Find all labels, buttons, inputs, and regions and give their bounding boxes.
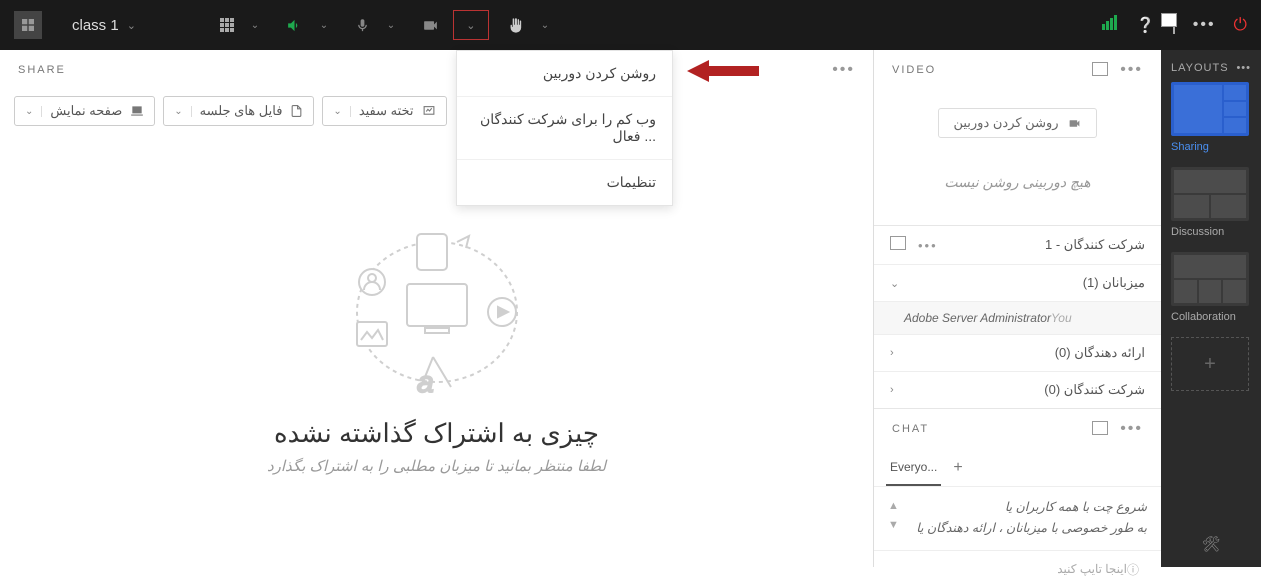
chevron-right-icon: › <box>890 384 894 396</box>
share-screen-button[interactable]: ⌄ صفحه نمایش <box>14 96 155 126</box>
hosts-label: میزبانان (1) <box>1083 275 1145 291</box>
video-header-label: VIDEO <box>892 64 936 76</box>
chevron-down-icon: ⌄ <box>333 106 350 117</box>
attendees-more-icon[interactable]: ••• <box>918 238 938 253</box>
share-empty-graphic: a <box>337 222 537 412</box>
attendees-maximize-icon[interactable] <box>890 238 904 250</box>
share-whiteboard-label: تخته سفید <box>359 103 414 119</box>
chat-header-label: CHAT <box>892 423 929 435</box>
chat-input[interactable]: اینجا تایپ کنید ⓘ <box>874 550 1161 588</box>
layouts-panel: LAYOUTS ••• Sharing Discussion Collabora… <box>1161 50 1261 567</box>
share-files-button[interactable]: ⌄ فایل های جلسه <box>163 96 314 126</box>
more-icon[interactable]: ••• <box>1193 16 1216 34</box>
chevron-right-icon: › <box>890 347 894 359</box>
participants-row[interactable]: › شرکت کنندگان (0) <box>874 371 1161 408</box>
mic-icon[interactable] <box>355 18 370 33</box>
grid-chevron-icon[interactable]: ⌄ <box>238 20 272 31</box>
layout-tools-icon[interactable]: 🛠 <box>1161 535 1261 553</box>
share-screen-label: صفحه نمایش <box>50 103 122 119</box>
annotation-arrow-icon <box>687 58 759 84</box>
layout-add-button[interactable]: + <box>1171 337 1249 391</box>
chevron-down-icon: ⌄ <box>890 277 899 290</box>
host-user-row[interactable]: Adobe Server Administrator You <box>874 301 1161 334</box>
chat-hint-line1: شروع چت با همه کاربران یا <box>888 497 1147 518</box>
power-icon[interactable]: ⏻ <box>1234 15 1247 35</box>
info-icon[interactable]: ⓘ <box>1127 561 1139 578</box>
raise-hand-icon[interactable] <box>507 17 524 34</box>
layout-discussion-thumb[interactable] <box>1171 167 1249 221</box>
layout-collaboration-label: Collaboration <box>1171 311 1251 323</box>
top-bar: class 1 ⌄ ⌄ ⌄ ⌄ ⌄ ⌄ ❔ ••• ⏻ <box>0 0 1261 50</box>
svg-text:a: a <box>417 366 434 399</box>
chevron-down-icon: ⌄ <box>174 106 191 117</box>
menu-turn-on-camera[interactable]: روشن کردن دوربین <box>457 51 672 97</box>
share-empty-state: a چیزی به اشتراک گذاشته نشده لطفا منتظر … <box>0 222 873 475</box>
turn-on-camera-label: روشن کردن دوربین <box>953 115 1058 131</box>
layout-collaboration-thumb[interactable] <box>1171 252 1249 306</box>
layout-discussion-label: Discussion <box>1171 226 1251 238</box>
share-empty-title: چیزی به اشتراک گذاشته نشده <box>0 418 873 449</box>
camera-icon[interactable] <box>422 17 439 34</box>
menu-enable-webcam-participants[interactable]: وب کم را برای شرکت کنندگان فعال ... <box>457 97 672 160</box>
chat-add-tab-button[interactable]: + <box>953 459 962 477</box>
chat-tab-everyone[interactable]: Everyo... <box>886 449 941 486</box>
no-camera-text: هیچ دوربینی روشن نیست <box>874 174 1161 191</box>
chat-pod: CHAT ••• Everyo... + ▲▼ شروع چت با همه ک… <box>874 409 1161 588</box>
speaker-chevron-icon[interactable]: ⌄ <box>307 20 341 31</box>
share-pod: SHARE ••• ⌄ صفحه نمایش ⌄ فایل های جلسه ⌄… <box>0 50 873 567</box>
layout-sharing-thumb[interactable] <box>1171 82 1249 136</box>
right-column: VIDEO ••• روشن کردن دوربین هیچ دوربینی ر… <box>873 50 1161 567</box>
participants-label: شرکت کنندگان (0) <box>1044 382 1145 398</box>
share-empty-subtitle: لطفا منتظر بمانید تا میزبان مطلبی را به … <box>0 457 873 475</box>
chat-hint-line2: به طور خصوصی با میزبانان ، ارائه دهندگان… <box>888 518 1147 539</box>
chat-maximize-icon[interactable] <box>1092 423 1106 435</box>
share-whiteboard-button[interactable]: ⌄ تخته سفید <box>322 96 446 126</box>
app-logo[interactable] <box>14 11 42 39</box>
share-files-label: فایل های جلسه <box>200 103 283 119</box>
camera-chevron-button[interactable]: ⌄ <box>453 10 489 40</box>
camera-dropdown-menu: روشن کردن دوربین وب کم را برای شرکت کنند… <box>456 50 673 206</box>
layouts-more-icon[interactable]: ••• <box>1236 62 1251 74</box>
presenters-label: ارائه دهندگان (0) <box>1055 345 1145 361</box>
share-more-icon[interactable]: ••• <box>832 61 855 79</box>
chat-scroll-icon[interactable]: ▲▼ <box>888 497 899 534</box>
topbar-right: ❔ ••• ⏻ <box>1102 15 1247 35</box>
menu-settings[interactable]: تنظیمات <box>457 160 672 205</box>
connection-icon[interactable] <box>1102 15 1118 35</box>
share-toolbar: ⌄ صفحه نمایش ⌄ فایل های جلسه ⌄ تخته سفید <box>0 90 873 132</box>
meeting-menu-chevron-icon[interactable]: ⌄ <box>127 19 136 32</box>
grid-icon[interactable] <box>220 18 234 32</box>
presenters-row[interactable]: › ارائه دهندگان (0) <box>874 334 1161 371</box>
turn-on-camera-button[interactable]: روشن کردن دوربین <box>938 108 1096 138</box>
hand-chevron-icon[interactable]: ⌄ <box>528 20 562 31</box>
mic-chevron-icon[interactable]: ⌄ <box>374 20 408 31</box>
layout-sharing-label: Sharing <box>1171 141 1251 153</box>
video-pod: VIDEO ••• روشن کردن دوربین هیچ دوربینی ر… <box>874 50 1161 226</box>
meeting-title: class 1 <box>72 17 119 34</box>
attendees-header-label: شرکت کنندگان - 1 <box>1045 237 1145 253</box>
layouts-title: LAYOUTS <box>1171 62 1229 74</box>
attendees-pod: ••• شرکت کنندگان - 1 ⌄ میزبانان (1) Adob… <box>874 226 1161 409</box>
hosts-row[interactable]: ⌄ میزبانان (1) <box>874 264 1161 301</box>
share-header-label: SHARE <box>18 64 66 76</box>
speaker-icon[interactable] <box>286 17 303 34</box>
chevron-down-icon: ⌄ <box>25 106 42 117</box>
host-user-name: Adobe Server Administrator <box>904 311 1051 325</box>
chat-placeholder: اینجا تایپ کنید <box>888 562 1127 576</box>
host-you-label: You <box>1051 311 1072 325</box>
video-more-icon[interactable]: ••• <box>1120 61 1143 79</box>
video-maximize-icon[interactable] <box>1092 64 1106 76</box>
help-icon[interactable]: ❔ <box>1136 16 1155 34</box>
fullscreen-icon[interactable] <box>1173 16 1175 34</box>
chat-more-icon[interactable]: ••• <box>1120 420 1143 438</box>
chat-body: ▲▼ شروع چت با همه کاربران یا به طور خصوص… <box>874 487 1161 550</box>
